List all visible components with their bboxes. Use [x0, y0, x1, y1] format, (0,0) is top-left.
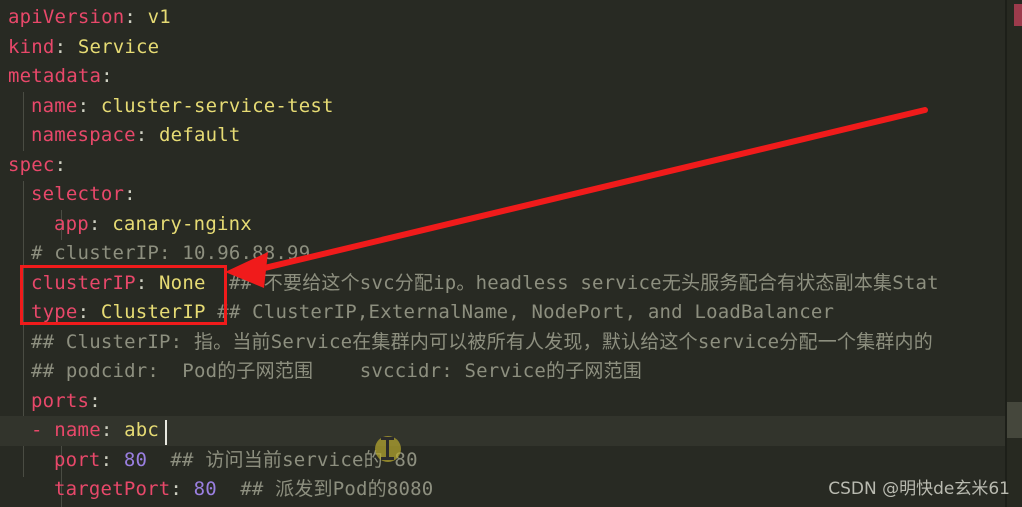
minimap-error-mark[interactable]: [1014, 4, 1022, 26]
yaml-number: 80: [193, 478, 217, 500]
code-line[interactable]: spec:: [0, 151, 1005, 181]
code-line[interactable]: ports:: [0, 387, 1005, 417]
yaml-key: ports: [31, 389, 90, 412]
mouse-text-cursor: [375, 436, 401, 462]
code-line[interactable]: apiVersion: v1: [0, 3, 1005, 33]
yaml-value: cluster-service-test: [100, 94, 334, 117]
colon: :: [101, 65, 113, 87]
yaml-comment: ## ClusterIP: 指。当前Service在集群内可以被所有人发现，默认…: [31, 330, 933, 353]
yaml-comment: ## podcidr: Pod的子网范围 svccidr: Service的子网…: [31, 360, 643, 382]
yaml-comment: # clusterIP: 10.96.88.99: [31, 242, 311, 264]
yaml-key: type: [31, 301, 78, 323]
code-editor-screenshot: apiVersion: v1 kind: Service metadata: n…: [0, 0, 1022, 507]
yaml-key: apiVersion: [8, 6, 125, 28]
trailing-comment-text: ## 不要给这个svc分配ip。headless service无头服务配合有状…: [228, 271, 939, 294]
yaml-key: app: [54, 212, 89, 235]
code-line[interactable]: kind: Service: [0, 33, 1005, 63]
colon: :: [135, 124, 160, 146]
colon: :: [54, 35, 78, 58]
yaml-key: selector: [31, 183, 125, 205]
yaml-key: name: [54, 419, 101, 441]
colon: :: [88, 212, 113, 235]
yaml-value: canary-nginx: [112, 212, 252, 235]
list-dash: -: [31, 419, 55, 441]
colon: :: [135, 271, 160, 294]
yaml-key: port: [54, 448, 101, 471]
code-line[interactable]: type: ClusterIP ## ClusterIP,ExternalNam…: [0, 298, 1005, 328]
text-caret: [165, 420, 167, 445]
code-line[interactable]: name: cluster-service-test: [0, 92, 1005, 122]
code-line[interactable]: clusterIP: None ## 不要给这个svc分配ip。headless…: [0, 269, 1005, 299]
colon: :: [100, 419, 125, 441]
trailing-comment: [206, 301, 218, 323]
trailing-comment: [206, 272, 229, 294]
code-line[interactable]: selector:: [0, 180, 1005, 210]
colon: :: [100, 448, 124, 471]
trailing-comment-text: ## ClusterIP,ExternalName, NodePort, and…: [217, 301, 835, 323]
ibeam-icon-top: [381, 437, 394, 440]
yaml-key: metadata: [8, 65, 102, 87]
yaml-value: None: [159, 271, 206, 294]
minimap-scroll-thumb[interactable]: [1007, 402, 1022, 438]
yaml-value: Service: [77, 35, 160, 58]
colon: :: [54, 153, 67, 176]
csdn-watermark: CSDN @明快de玄米61: [828, 479, 1010, 499]
yaml-value: ClusterIP: [100, 301, 206, 323]
yaml-number: 80: [123, 448, 148, 471]
colon: :: [77, 94, 101, 117]
yaml-key: spec: [8, 153, 55, 176]
trailing-comment-text: ## 派发到Pod的8080: [240, 478, 434, 500]
code-line[interactable]: port: 80 ## 访问当前service的 80: [0, 446, 1005, 476]
code-line[interactable]: # clusterIP: 10.96.88.99: [0, 239, 1005, 269]
code-line-active[interactable]: - name: abc: [0, 416, 1005, 446]
trailing-comment: [147, 449, 170, 471]
yaml-value: default: [159, 124, 241, 146]
trailing-comment: [217, 478, 240, 500]
yaml-key: clusterIP: [31, 271, 136, 294]
code-line[interactable]: app: canary-nginx: [0, 210, 1005, 240]
colon: :: [124, 6, 148, 28]
yaml-key: namespace: [31, 124, 136, 146]
editor-surface[interactable]: apiVersion: v1 kind: Service metadata: n…: [0, 0, 1005, 507]
code-line[interactable]: ## ClusterIP: 指。当前Service在集群内可以被所有人发现，默认…: [0, 328, 1005, 358]
yaml-key: kind: [8, 35, 55, 58]
colon: :: [89, 389, 101, 412]
code-line[interactable]: metadata:: [0, 62, 1005, 92]
ibeam-icon-bottom: [381, 457, 394, 460]
colon: :: [170, 478, 194, 500]
code-line[interactable]: namespace: default: [0, 121, 1005, 151]
yaml-key: name: [31, 94, 78, 117]
code-line[interactable]: ## podcidr: Pod的子网范围 svccidr: Service的子网…: [0, 357, 1005, 387]
colon: :: [77, 301, 101, 323]
yaml-value: v1: [147, 6, 171, 28]
colon: :: [124, 183, 136, 205]
yaml-key: targetPort: [54, 478, 171, 500]
yaml-value: abc: [124, 419, 160, 441]
